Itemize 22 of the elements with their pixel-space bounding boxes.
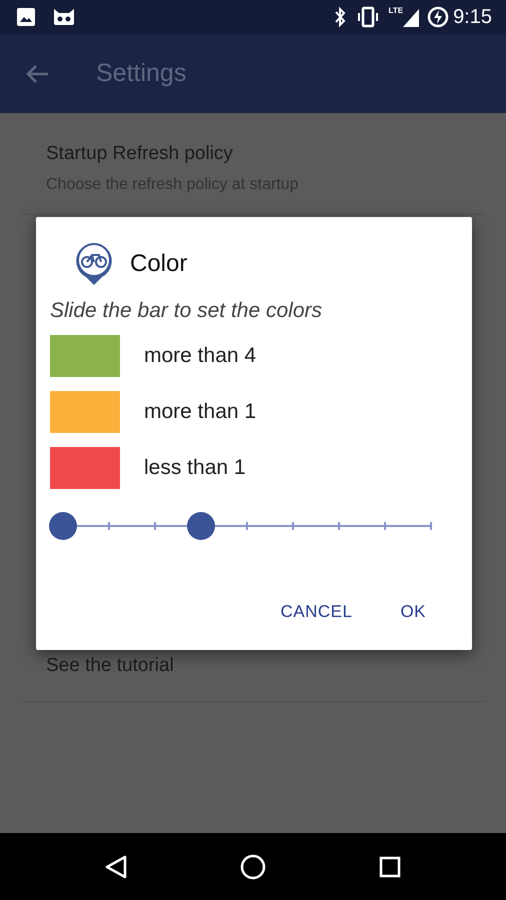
battery-charging-icon xyxy=(427,6,450,28)
legend-label: more than 4 xyxy=(144,342,256,369)
bicycle-pin-icon xyxy=(74,241,114,287)
home-icon xyxy=(240,854,266,880)
legend-label: less than 1 xyxy=(144,454,246,481)
cat-icon xyxy=(52,7,76,27)
image-icon xyxy=(16,7,36,27)
toolbar-title: Settings xyxy=(96,58,186,89)
time-text: 9:15 xyxy=(453,5,492,30)
signal-icon xyxy=(403,7,420,27)
legend-label: more than 1 xyxy=(144,398,256,425)
slider-thumb[interactable] xyxy=(187,512,215,540)
dialog-title: Color xyxy=(130,249,188,279)
slider-thumb[interactable] xyxy=(49,512,77,540)
back-arrow-icon xyxy=(24,62,50,84)
network-type: LTE xyxy=(388,5,404,17)
dialog-message: Slide the bar to set the colors xyxy=(50,298,323,324)
bluetooth-icon xyxy=(332,6,347,28)
recents-icon xyxy=(379,856,402,878)
ok-button[interactable]: OK xyxy=(388,590,438,632)
back-icon xyxy=(104,854,127,878)
cancel-button[interactable]: CANCEL xyxy=(268,590,364,632)
